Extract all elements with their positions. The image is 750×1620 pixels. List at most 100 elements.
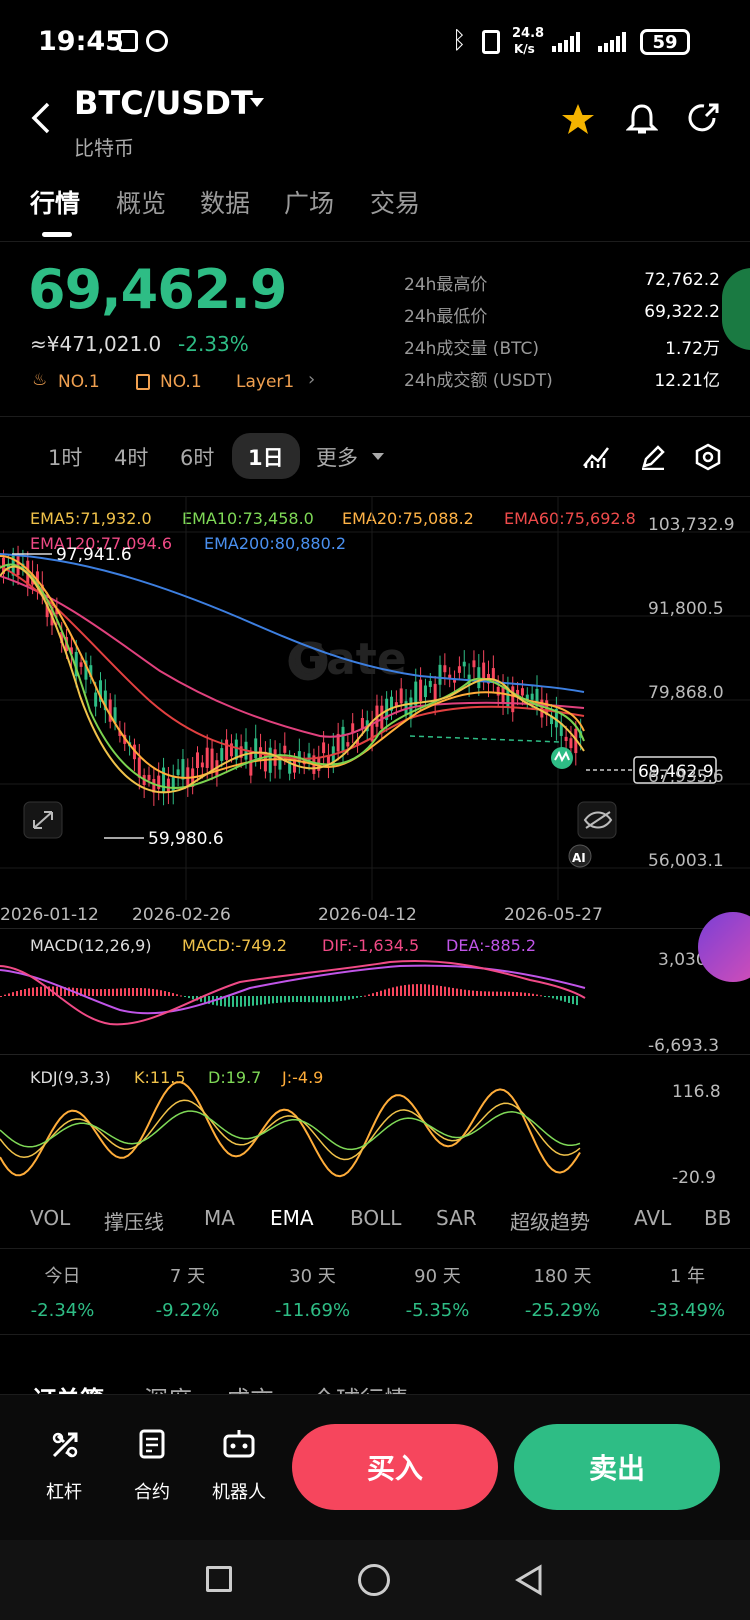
price-axis-3: 67,935.6 [648, 767, 724, 787]
indicator-supertrend[interactable]: 超级趋势 [510, 1206, 590, 1235]
macd-bar [0, 996, 2, 997]
candle-body [423, 685, 427, 698]
candle-body [181, 759, 185, 780]
macd-bar [448, 987, 450, 996]
interval-4h[interactable]: 4时 [114, 442, 148, 472]
macd-bar [412, 984, 414, 996]
macd-bar [268, 996, 270, 1004]
low-marker-label: 59,980.6 [148, 829, 224, 849]
j-line [0, 1081, 581, 1178]
period-1y[interactable]: 1 年 -33.49% [625, 1262, 750, 1321]
indicator-support[interactable]: 撑压线 [104, 1206, 164, 1235]
tab-trades[interactable]: 成交 [226, 1380, 274, 1394]
back-nav-icon[interactable] [514, 1564, 544, 1596]
macd-bar [352, 996, 354, 999]
stat-low-value: 69,322.2 [644, 302, 720, 322]
macd-bar [144, 988, 146, 996]
chevron-right-icon[interactable]: › [308, 369, 315, 390]
stat-volume-label: 24h成交量 (BTC) [404, 339, 539, 359]
macd-bar [36, 987, 38, 996]
macd-bar [512, 991, 514, 996]
pair-title[interactable]: BTC/USDT [74, 84, 253, 122]
candle-body [79, 662, 83, 667]
macd-bar [288, 996, 290, 1003]
macd-bar [20, 989, 22, 996]
robot-icon[interactable] [222, 1428, 256, 1460]
indicator-chart-icon[interactable] [582, 444, 610, 470]
macd-bar [452, 987, 454, 996]
macd-bar [560, 996, 562, 1001]
battery-icon: 59 [640, 29, 690, 55]
tab-global[interactable]: 全球行情 [312, 1380, 408, 1394]
indicator-vol[interactable]: VOL [30, 1206, 70, 1230]
indicator-sar[interactable]: SAR [436, 1206, 477, 1230]
tab-market[interactable]: 行情 [30, 184, 80, 220]
badge-layer1[interactable]: Layer1 [236, 372, 294, 392]
period-today[interactable]: 今日 -2.34% [0, 1262, 125, 1321]
candle-body [496, 686, 500, 696]
draw-pencil-icon[interactable] [640, 444, 666, 470]
macd-bar [4, 994, 6, 996]
indicator-bb[interactable]: BB [704, 1206, 731, 1230]
badge-rank-1[interactable]: NO.1 [58, 372, 100, 392]
robot-label[interactable]: 机器人 [212, 1478, 266, 1504]
contract-label[interactable]: 合约 [134, 1478, 170, 1504]
chat-float-button[interactable] [722, 268, 750, 350]
tab-trade[interactable]: 交易 [370, 184, 420, 220]
macd-bar [248, 996, 250, 1007]
date-axis-3: 2026-05-27 [504, 905, 603, 925]
chart-settings-icon[interactable] [694, 443, 722, 471]
last-price: 69,462.9 [28, 258, 287, 321]
period-value: -33.49% [649, 1300, 726, 1321]
macd-bar [84, 988, 86, 996]
pair-dropdown-icon[interactable] [250, 98, 264, 107]
tab-data[interactable]: 数据 [200, 184, 250, 220]
macd-bar [124, 988, 126, 996]
recents-icon[interactable] [206, 1566, 232, 1592]
share-icon[interactable] [686, 102, 720, 136]
interval-1d[interactable]: 1日 [248, 442, 284, 472]
period-180d[interactable]: 180 天 -25.29% [500, 1262, 625, 1321]
buy-button[interactable]: 买入 [292, 1424, 498, 1510]
price-chart[interactable]: Gate 97,941.6 59,980.6 69,462.9 103,732.… [0, 496, 750, 932]
price-axis-1: 91,800.5 [648, 599, 724, 619]
indicator-avl[interactable]: AVL [634, 1206, 671, 1230]
macd-bar [128, 988, 130, 996]
home-icon[interactable] [358, 1564, 390, 1596]
indicator-ma[interactable]: MA [204, 1206, 235, 1230]
interval-1h[interactable]: 1时 [48, 442, 82, 472]
interval-6h[interactable]: 6时 [180, 442, 214, 472]
indicator-ema[interactable]: EMA [270, 1206, 314, 1230]
sell-button[interactable]: 卖出 [514, 1424, 720, 1510]
macd-bar [380, 990, 382, 996]
bluetooth-icon: ᛒ [452, 26, 467, 54]
period-90d[interactable]: 90 天 -5.35% [375, 1262, 500, 1321]
macd-name: MACD(12,26,9) [30, 936, 152, 955]
rank-book-icon [136, 374, 150, 390]
leverage-label[interactable]: 杠杆 [46, 1478, 82, 1504]
interval-more[interactable]: 更多 [316, 442, 358, 472]
tab-overview[interactable]: 概览 [116, 184, 166, 220]
macd-bar [356, 996, 358, 998]
leverage-icon[interactable] [50, 1430, 80, 1460]
alert-bell-icon[interactable] [626, 102, 658, 136]
dif-value: DIF:-1,634.5 [322, 936, 420, 955]
macd-bar [376, 991, 378, 996]
back-icon[interactable] [30, 102, 54, 134]
date-axis-0: 2026-01-12 [0, 905, 99, 925]
period-7d[interactable]: 7 天 -9.22% [125, 1262, 250, 1321]
indicator-boll[interactable]: BOLL [350, 1206, 401, 1230]
tab-square[interactable]: 广场 [284, 184, 334, 220]
macd-bar [104, 989, 106, 996]
contract-icon[interactable] [138, 1428, 168, 1460]
macd-bar [440, 986, 442, 996]
favorite-star-icon[interactable] [560, 102, 596, 136]
macd-bar [548, 996, 550, 998]
more-dropdown-icon[interactable] [372, 453, 384, 460]
badge-rank-2[interactable]: NO.1 [160, 372, 202, 392]
tabs-divider [0, 241, 750, 242]
tab-orderbook[interactable]: 订单簿 [32, 1380, 104, 1394]
period-30d[interactable]: 30 天 -11.69% [250, 1262, 375, 1321]
macd-bar [432, 984, 434, 996]
tab-depth[interactable]: 深度 [144, 1380, 192, 1394]
